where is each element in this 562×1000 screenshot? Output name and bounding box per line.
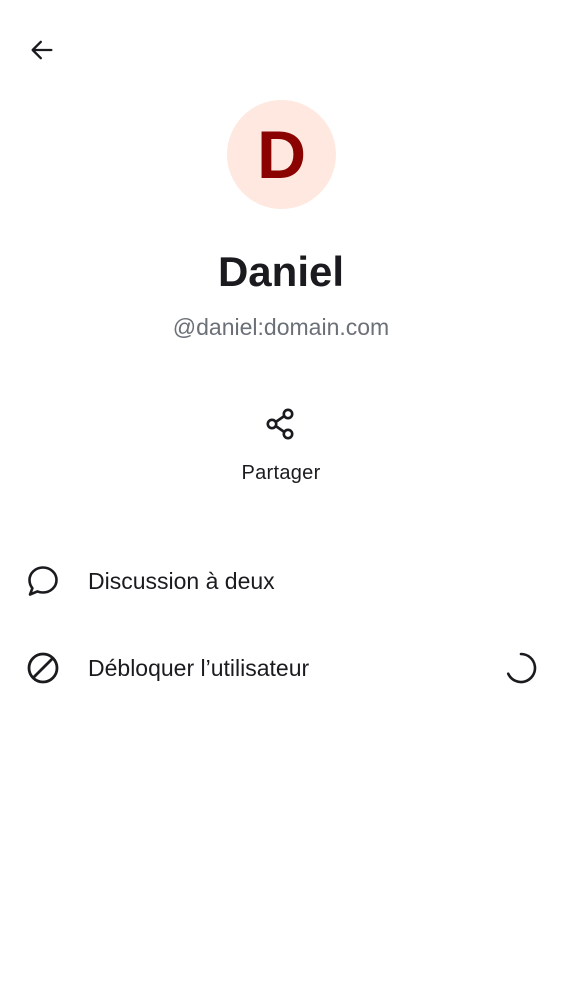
share-icon bbox=[266, 408, 294, 440]
user-display-name: Daniel bbox=[217, 248, 345, 295]
block-icon bbox=[27, 652, 59, 684]
unblock-user-item[interactable]: Débloquer l’utilisateur bbox=[0, 630, 562, 706]
chat-bubble-icon bbox=[28, 566, 58, 596]
share-button[interactable]: Partager bbox=[221, 398, 341, 498]
unblock-user-label: Débloquer l’utilisateur bbox=[88, 654, 310, 681]
user-id: @daniel:domain.com bbox=[172, 314, 390, 340]
arrow-left-icon bbox=[31, 40, 53, 60]
direct-message-label: Discussion à deux bbox=[88, 567, 275, 594]
back-button[interactable] bbox=[20, 28, 64, 72]
avatar[interactable]: D bbox=[227, 100, 336, 209]
direct-message-item[interactable]: Discussion à deux bbox=[0, 543, 562, 619]
avatar-initial: D bbox=[256, 116, 307, 193]
loading-spinner-icon bbox=[506, 652, 537, 684]
share-label: Partager bbox=[241, 462, 321, 484]
